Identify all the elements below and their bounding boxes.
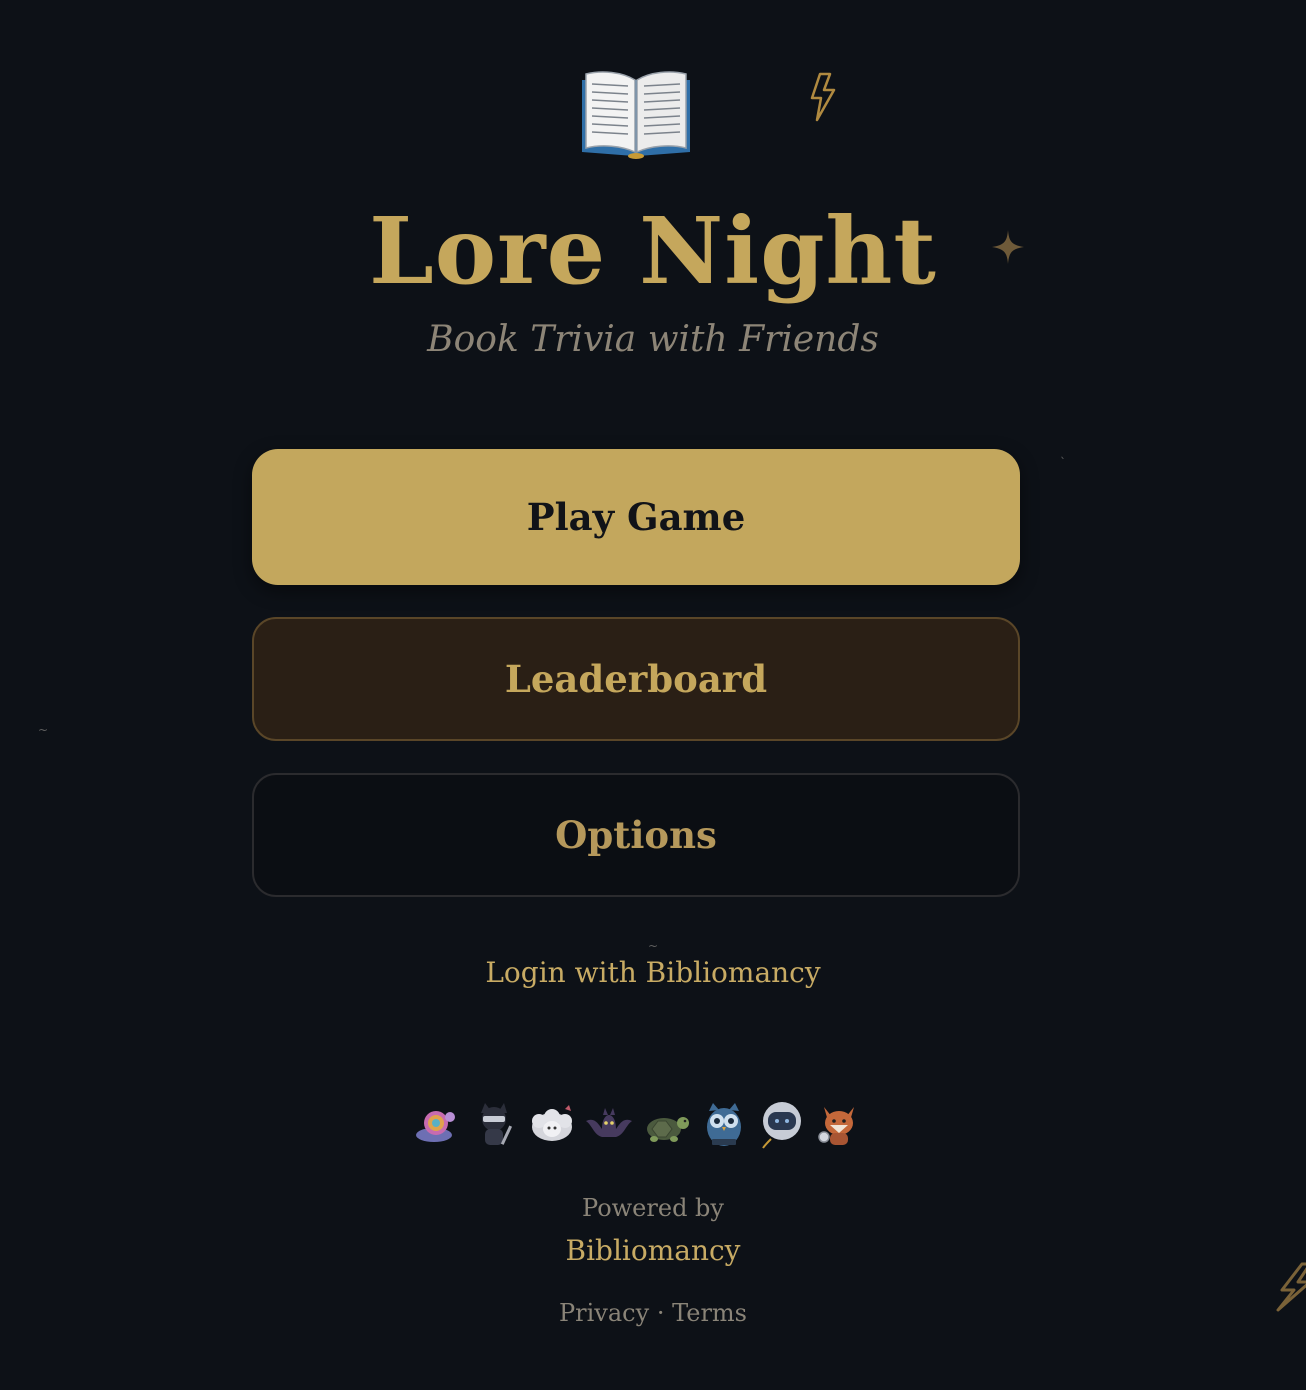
main-menu-screen: ˎ ~ ~ Lore Night Book Trivia with Friend… xyxy=(0,0,1306,1390)
avatar-row xyxy=(412,1092,864,1156)
decorative-tick: ˎ xyxy=(1060,445,1066,459)
powered-by-label: Powered by xyxy=(582,1194,724,1222)
decorative-tick: ~ xyxy=(648,939,659,953)
play-game-label: Play Game xyxy=(526,495,746,539)
options-label: Options xyxy=(555,813,717,857)
game-title: Lore Night xyxy=(369,197,937,305)
sheep-avatar xyxy=(531,1105,572,1141)
bibliomancy-link[interactable]: Bibliomancy xyxy=(0,1232,1306,1270)
rainbow-snail-avatar xyxy=(416,1111,455,1142)
options-button[interactable]: Options xyxy=(252,773,1020,897)
login-link[interactable]: Login with Bibliomancy xyxy=(0,954,1306,992)
astronaut-avatar xyxy=(761,1102,801,1149)
game-subtitle: Book Trivia with Friends xyxy=(427,319,879,360)
fox-avatar xyxy=(818,1107,854,1145)
privacy-link[interactable]: Privacy xyxy=(559,1299,649,1327)
owl-avatar xyxy=(707,1103,742,1146)
turtle-avatar xyxy=(646,1117,689,1142)
legal-separator: · xyxy=(656,1299,665,1327)
decorative-tick: ~ xyxy=(38,723,49,737)
leaderboard-label: Leaderboard xyxy=(504,657,768,701)
leaderboard-button[interactable]: Leaderboard xyxy=(252,617,1020,741)
ninja-cat-avatar xyxy=(481,1103,513,1145)
bat-avatar xyxy=(586,1108,633,1137)
play-game-button[interactable]: Play Game xyxy=(252,449,1020,585)
open-book-icon xyxy=(582,71,690,159)
legal-links: Privacy · Terms xyxy=(0,1296,1306,1330)
terms-link[interactable]: Terms xyxy=(672,1299,747,1327)
lightning-bolt-icon xyxy=(810,72,836,122)
